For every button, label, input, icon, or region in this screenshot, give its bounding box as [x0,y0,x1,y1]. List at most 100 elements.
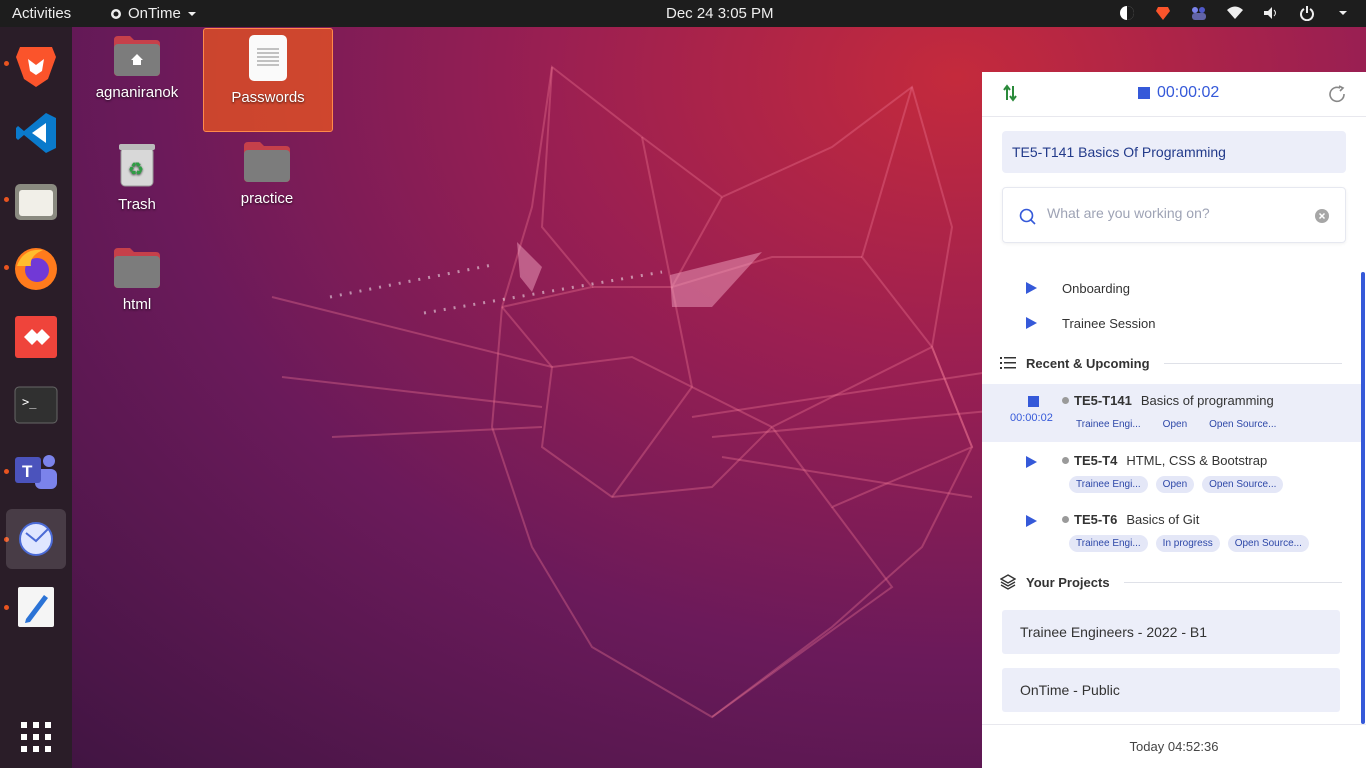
teams-tray-icon[interactable] [1190,4,1208,22]
your-projects-header: Your Projects [1000,572,1342,592]
status-dot [1062,457,1069,464]
text-editor-icon[interactable] [6,577,66,637]
task-row[interactable]: 00:00:02 TE5-T141 Basics of programming … [982,384,1362,442]
system-tray [1118,4,1352,22]
desktop-icon-label: Passwords [231,89,305,106]
folder-icon [244,142,290,182]
desktop-icon-html[interactable]: html [73,240,201,330]
status-dot [1062,397,1069,404]
clear-icon[interactable] [1315,209,1329,223]
recent-upcoming-header: Recent & Upcoming [1000,353,1342,373]
status-dot [1062,516,1069,523]
chevron-down-icon [187,11,196,16]
play-icon[interactable] [1026,515,1037,527]
task-name: Basics of programming [1140,393,1274,408]
task-tags: Trainee Engi... Open Open Source... [1069,416,1283,433]
desktop-icon-label: html [122,296,152,313]
app-menu-label: OnTime [128,5,181,22]
tag-category: Open Source... [1209,419,1277,430]
top-bar: Activities OnTime Dec 24 3:05 PM [0,0,1366,27]
tag-project: Trainee Engi... [1069,476,1148,493]
tag-category: Open Source... [1202,476,1284,493]
ontime-dock-icon[interactable] [6,509,66,569]
stop-icon[interactable] [1028,396,1039,407]
divider [1123,581,1342,583]
search-box[interactable] [1002,187,1346,243]
play-icon[interactable] [1026,282,1037,294]
chevron-down-icon[interactable] [1334,4,1352,22]
ontime-panel: 00:00:02 TE5-T141 Basics Of Programming … [982,72,1366,768]
clock[interactable]: Dec 24 3:05 PM [666,5,774,22]
power-icon[interactable] [1298,4,1316,22]
task-name: Basics of Git [1126,512,1200,527]
task-name: HTML, CSS & Bootstrap [1126,453,1268,468]
task-title: TE5-T6 Basics of Git [1062,512,1199,527]
project-item[interactable]: OnTime - Public [1002,668,1340,712]
desktop-icon-label: agnaniranok [95,84,179,101]
timer-display[interactable]: 00:00:02 [1138,84,1219,102]
brave-browser-icon[interactable] [6,35,66,95]
quick-item-onboarding[interactable]: Onboarding [1026,278,1130,298]
play-icon[interactable] [1026,317,1037,329]
desktop-icon-label: practice [240,190,294,207]
tag-category: Open Source... [1227,535,1309,552]
text-file-icon [249,35,287,81]
dock: >_ T [0,27,72,768]
wifi-icon[interactable] [1226,4,1244,22]
layers-icon [1000,574,1016,590]
section-title: Your Projects [1026,574,1110,590]
tag-project: Trainee Engi... [1076,419,1141,430]
search-input[interactable] [1045,204,1309,222]
play-icon[interactable] [1026,456,1037,468]
section-title: Recent & Upcoming [1026,355,1150,371]
list-icon [1000,357,1016,369]
volume-icon[interactable] [1262,4,1280,22]
task-tags: Trainee Engi... In progress Open Source.… [1069,535,1309,552]
svg-text:♻: ♻ [128,159,144,180]
activities-button[interactable]: Activities [12,5,71,22]
tag-status: In progress [1155,535,1220,552]
divider [1163,362,1342,364]
scrollbar[interactable] [1361,272,1365,724]
panel-header: 00:00:02 [982,72,1366,117]
ontime-app-icon [111,8,121,19]
task-title: TE5-T4 HTML, CSS & Bootstrap [1062,453,1267,468]
task-code: TE5-T141 [1074,393,1132,408]
stop-icon[interactable] [1138,87,1150,99]
tag-status: Open [1162,419,1188,430]
timer-value: 00:00:02 [1157,84,1220,101]
task-row[interactable]: TE5-T4 HTML, CSS & Bootstrap Trainee Eng… [982,444,1362,502]
desktop-icon-practice[interactable]: practice [203,134,331,224]
quick-item-label: Onboarding [1062,280,1130,296]
refresh-icon[interactable] [1328,85,1348,105]
show-applications-icon[interactable] [6,707,66,767]
vscode-icon[interactable] [6,103,66,163]
quick-item-trainee-session[interactable]: Trainee Session [1026,313,1155,333]
desktop-icon-passwords[interactable]: Passwords [203,28,333,132]
task-elapsed: 00:00:02 [1010,412,1053,424]
home-folder-icon [114,36,160,76]
sync-icon[interactable] [1002,84,1018,102]
brave-tray-icon[interactable] [1154,4,1172,22]
project-item[interactable]: Trainee Engineers - 2022 - B1 [1002,610,1340,654]
task-title: TE5-T141 Basics of programming [1062,393,1274,408]
task-code: TE5-T4 [1074,453,1118,468]
files-icon[interactable] [6,171,66,231]
terminal-icon[interactable]: >_ [6,375,66,435]
desktop-icon-home[interactable]: agnaniranok [73,28,201,118]
teams-icon[interactable]: T [6,443,66,503]
task-row[interactable]: TE5-T6 Basics of Git Trainee Engi... In … [982,503,1362,561]
search-icon [1019,208,1036,225]
anydesk-icon[interactable] [6,307,66,367]
tag-project: Trainee Engi... [1069,535,1148,552]
app-menu[interactable]: OnTime [110,5,197,22]
desktop-icon-label: Trash [118,196,156,213]
current-task-banner[interactable]: TE5-T141 Basics Of Programming [1002,131,1346,173]
trash-icon: ♻ [119,144,155,187]
quick-item-label: Trainee Session [1062,315,1156,331]
svg-text:T: T [22,462,33,481]
desktop-icon-trash[interactable]: ♻ Trash [73,134,201,224]
firefox-icon[interactable] [6,239,66,299]
ontime-tray-icon[interactable] [1118,4,1136,22]
tag-status: Open [1155,476,1195,493]
